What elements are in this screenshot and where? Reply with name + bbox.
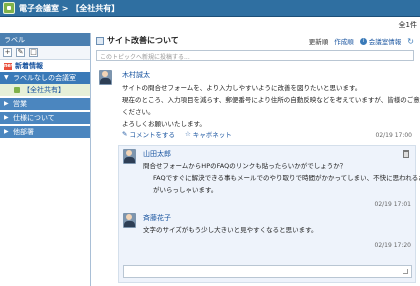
page-title: 電子会議室 > 【全社共有】 <box>19 4 120 13</box>
tree-group-other-dept[interactable]: ▶ 他部署 <box>0 126 90 138</box>
reply-timestamp: 02/19 17:20 <box>374 242 412 249</box>
tree-item-label: ラベルなしの会議室 <box>13 74 76 82</box>
new-post-input[interactable]: このトピックへ新規に投稿する... <box>96 50 414 61</box>
tree-group-label: 営業 <box>13 100 27 108</box>
trash-icon[interactable] <box>403 150 409 158</box>
add-label-button[interactable]: + <box>3 48 12 57</box>
tree-group-spec[interactable]: ▶ 仕様について <box>0 112 90 124</box>
tree-toggle-collapsed[interactable]: ▶ <box>4 101 10 107</box>
tree-toggle-collapsed[interactable]: ▶ <box>4 129 10 135</box>
avatar <box>99 70 112 85</box>
delete-label-button[interactable]: □ <box>29 48 38 57</box>
reply-line: 文字のサイズがもう少し大きいと見やすくなると思います。 <box>143 226 318 234</box>
post-line: ください。 <box>122 108 155 116</box>
tree-item-all-share[interactable]: 【全社共有】 <box>0 84 90 96</box>
post-line: サイトの問合せフォームを、より入力しやすいように改善を図りたいと思います。 <box>122 84 362 92</box>
reply-line: FAQですぐに解決できる事もメールでのやり取りで時間がかかってしまい、不快に思わ… <box>153 174 420 182</box>
tree-toggle-expanded[interactable]: ▼ <box>4 75 10 81</box>
tree-group-label: 仕様について <box>13 114 55 122</box>
sort-created-link[interactable]: 作成順 <box>334 36 354 46</box>
avatar <box>123 149 136 164</box>
resize-grip[interactable] <box>403 269 408 274</box>
edit-label-button[interactable]: ✎ <box>16 48 25 57</box>
sort-updated-link[interactable]: 更新順 <box>309 36 329 46</box>
new-icon: new <box>4 62 16 70</box>
titlebar: 電子会議室 > 【全社共有】 <box>0 0 420 17</box>
refresh-icon[interactable]: ↻ <box>407 37 414 46</box>
room-info-label: 会議室情報 <box>368 38 402 46</box>
post-line: 現在のところ、入力項目を減らす、郵便番号により住所の自動反映などを考えていますが… <box>122 96 420 104</box>
avatar <box>123 213 136 228</box>
subbar: 全1件 <box>0 17 420 32</box>
post-author[interactable]: 木村誠太 <box>122 70 150 80</box>
reply-author[interactable]: 斉藤花子 <box>143 213 171 223</box>
info-icon: i <box>359 37 367 45</box>
reply-input[interactable] <box>123 265 412 278</box>
reply-timestamp: 02/19 17:01 <box>374 201 412 208</box>
reply-thread: 山田太郎 問合せフォームからHPのFAQのリンクも貼ったらいかがでしょうか？ F… <box>118 145 420 283</box>
sidebar-header: ラベル <box>0 33 90 46</box>
new-arrivals-label: 新着情報 <box>15 62 43 70</box>
app-icon <box>3 2 15 14</box>
reply-line: がいらっしゃいます。 <box>153 186 218 194</box>
post-timestamp: 02/19 17:00 <box>375 132 413 139</box>
sidebar-toolbar: + ✎ □ <box>0 46 90 60</box>
tree-group-label: 他部署 <box>13 128 34 136</box>
tree-toggle-collapsed[interactable]: ▶ <box>4 115 10 121</box>
topic-title: サイト改善について <box>107 36 179 45</box>
tree-item-label: 【全社共有】 <box>23 86 65 94</box>
item-count: 全1件 <box>398 21 417 29</box>
comment-link[interactable]: ✎ コメントをする <box>122 129 175 139</box>
topic-icon <box>96 36 104 45</box>
topic-panel: サイト改善について 更新順 作成順 i 会議室情報 ↻ このトピックへ新規に投稿… <box>92 33 420 286</box>
tree-group-sales[interactable]: ▶ 営業 <box>0 98 90 110</box>
room-icon <box>14 87 20 93</box>
post-actions: ✎ コメントをする ☆ キャボネット <box>122 129 232 139</box>
reply-author[interactable]: 山田太郎 <box>143 149 171 159</box>
tree-item-no-label[interactable]: ▼ ラベルなしの会議室 <box>0 72 90 84</box>
topic-links: 更新順 作成順 i 会議室情報 ↻ <box>309 36 414 47</box>
new-arrivals-link[interactable]: new 新着情報 <box>0 60 90 72</box>
reply-line: 問合せフォームからHPのFAQのリンクも貼ったらいかがでしょうか？ <box>143 162 347 170</box>
room-info-link[interactable]: i 会議室情報 <box>359 36 402 46</box>
comment-icon: ✎ <box>122 130 128 138</box>
label-sidebar: ラベル + ✎ □ new 新着情報 ▼ ラベルなしの会議室 【全社共有】 ▶ … <box>0 33 91 286</box>
like-link[interactable]: ☆ キャボネット <box>185 129 232 139</box>
like-icon: ☆ <box>184 130 191 138</box>
